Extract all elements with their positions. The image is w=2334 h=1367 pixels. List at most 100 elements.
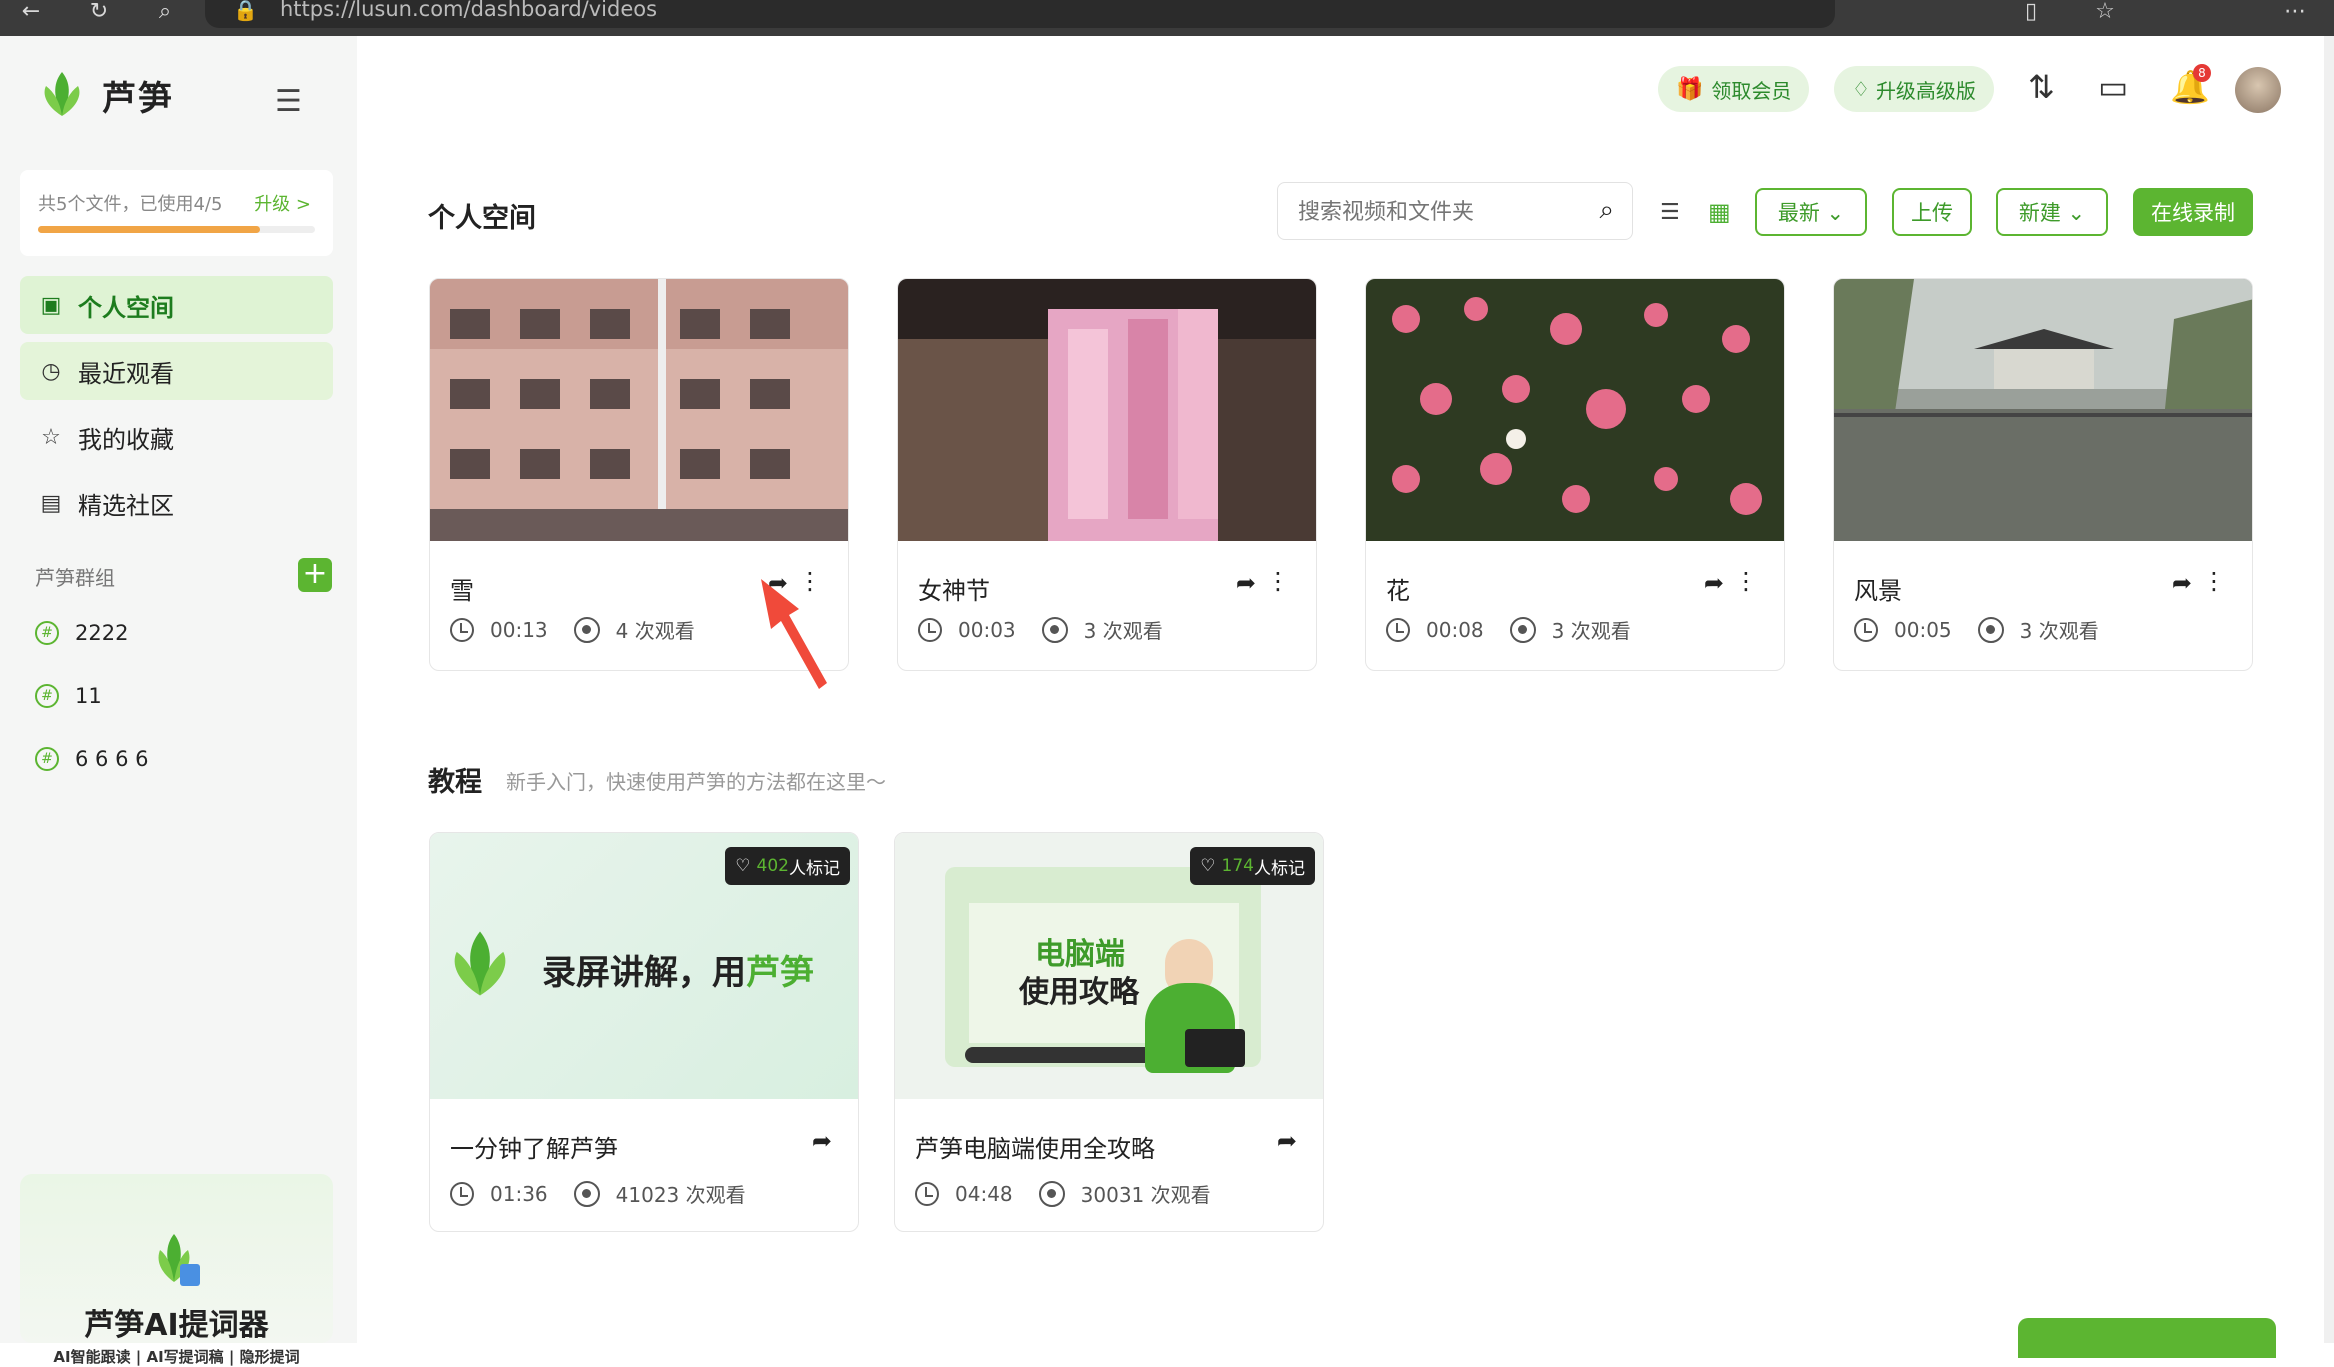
search-icon[interactable]: ⌕ [1599,195,1614,226]
tutorial-card[interactable]: 电脑端 使用攻略 ♡ 174 人标记 芦笋电脑端使用全攻略 ➦ 04:48 30… [894,832,1324,1232]
tutorial-title: 芦笋电脑端使用全攻略 [915,1135,1155,1163]
hash-icon: # [35,684,59,708]
more-options-icon[interactable]: ⋮ [2202,567,2226,595]
sidebar-item-recent[interactable]: ◷ 最近观看 [20,342,333,400]
share-icon[interactable]: ➦ [1277,1127,1297,1155]
mark-label: 人标记 [789,858,840,879]
clock-icon [450,617,474,642]
sidebar-item-personal-space[interactable]: ▣ 个人空间 [20,276,333,334]
eye-icon [1038,1180,1065,1207]
share-icon[interactable]: ➦ [2172,569,2192,597]
more-icon[interactable]: ⋯ [2280,0,2310,24]
tutorial-title: 一分钟了解芦笋 [450,1135,618,1163]
search-input[interactable] [1298,197,1578,227]
sidebar-item-label: 最近观看 [78,359,174,388]
share-icon[interactable]: ➦ [1704,569,1724,597]
clock-icon [915,1181,939,1206]
more-options-icon[interactable]: ⋮ [1734,567,1758,595]
upgrade-premium-button[interactable]: ♢ 升级高级版 [1834,66,1994,112]
video-views: 30031 次观看 [1080,1183,1211,1207]
heart-icon: ♡ [735,856,751,876]
search-box: ⌕ [1277,182,1633,240]
video-meta: 01:36 41023 次观看 [450,1179,746,1208]
video-meta: 00:08 3 次观看 [1386,615,1631,644]
back-icon[interactable]: ← [16,0,46,24]
tutorials-subtitle: 新手入门，快速使用芦笋的方法都在这里～ [506,770,886,794]
search-icon[interactable]: ⌕ [150,0,180,24]
notification-badge: 8 [2193,64,2211,82]
favorites-icon[interactable]: ☆ [2090,0,2120,24]
video-card[interactable]: 女神节 ➦ ⋮ 00:03 3 次观看 [897,278,1317,671]
mark-count-badge: ♡ 174 人标记 [1190,847,1315,885]
avatar[interactable] [2235,67,2281,113]
video-duration: 00:03 [958,617,1016,642]
sidebar: 芦笋 ☰ 共5个文件，已使用4/5 升级 > ▣ 个人空间 ◷ 最近观看 ☆ 我… [0,36,357,1366]
sidebar-item-favorites[interactable]: ☆ 我的收藏 [20,408,333,466]
storage-panel: 共5个文件，已使用4/5 升级 > [20,170,333,256]
sort-transfer-icon[interactable]: ⇅ [2028,68,2055,106]
group-label: 6 6 6 6 [75,747,149,771]
screen-icon[interactable]: ▭ [2098,68,2128,106]
collapse-menu-icon[interactable]: ☰ [275,84,302,119]
groups-title: 芦笋群组 [35,566,115,590]
folder-video-icon: ▣ [40,292,62,318]
upload-button[interactable]: 上传 [1892,188,1972,236]
community-icon: ▤ [40,490,62,516]
sidebar-item-community[interactable]: ▤ 精选社区 [20,474,333,532]
annotation-arrow [761,579,827,689]
tutorial-card[interactable]: 录屏讲解，用芦笋 ♡ 402 人标记 一分钟了解芦笋 ➦ 01:36 41023… [429,832,859,1232]
promo-title: 芦笋AI提词器 [84,1308,269,1343]
upgrade-link[interactable]: 升级 > [254,190,311,216]
group-item[interactable]: #11 [35,684,102,708]
grid-view-icon[interactable]: ▦ [1708,198,1731,226]
logo[interactable]: 芦笋 [40,70,174,120]
hash-icon: # [35,621,59,645]
group-item[interactable]: #2222 [35,621,128,645]
split-screen-icon[interactable]: ▯ [2016,0,2046,24]
sort-dropdown[interactable]: 最新 ⌄ [1755,188,1867,236]
video-duration: 00:05 [1894,617,1952,642]
tutorial-thumbnail: 电脑端 使用攻略 ♡ 174 人标记 [895,833,1323,1099]
sidebar-item-label: 个人空间 [78,293,174,322]
diamond-icon: ♢ [1852,77,1870,101]
eye-icon [1509,616,1536,643]
group-item[interactable]: #6 6 6 6 [35,747,148,771]
heart-icon: ♡ [1200,856,1216,876]
video-card[interactable]: 花 ➦ ⋮ 00:08 3 次观看 [1365,278,1785,671]
upgrade-label: 升级高级版 [1875,78,1976,103]
add-group-button[interactable]: + [298,558,332,592]
video-card[interactable]: 风景 ➦ ⋮ 00:05 3 次观看 [1833,278,2253,671]
video-views: 3 次观看 [1551,619,1631,643]
sidebar-item-label: 我的收藏 [78,425,174,454]
floating-action-button[interactable] [2018,1318,2276,1358]
hash-icon: # [35,747,59,771]
video-title: 花 [1386,577,1410,605]
share-icon[interactable]: ➦ [1236,569,1256,597]
address-bar[interactable]: 🔒 https://lusun.com/dashboard/videos [205,0,1835,28]
tutorial-thumbnail: 录屏讲解，用芦笋 ♡ 402 人标记 [430,833,858,1099]
video-meta: 04:48 30031 次观看 [915,1179,1211,1208]
scrollbar[interactable] [2324,36,2334,1343]
list-view-icon[interactable]: ☰ [1660,200,1680,225]
share-icon[interactable]: ➦ [812,1127,832,1155]
laptop-illustration [1185,1029,1245,1067]
group-label: 11 [75,684,102,708]
video-meta: 00:05 3 次观看 [1854,615,2099,644]
page-title: 个人空间 [428,203,536,234]
star-icon: ☆ [41,424,61,450]
refresh-icon[interactable]: ↻ [84,0,114,24]
thumb-text: 使用攻略 [1019,975,1139,1010]
online-record-button[interactable]: 在线录制 [2133,188,2253,236]
storage-text: 共5个文件，已使用4/5 [38,194,223,215]
clock-icon: ◷ [41,358,61,384]
new-dropdown[interactable]: 新建 ⌄ [1996,188,2108,236]
video-title: 雪 [450,577,474,605]
get-membership-button[interactable]: 🎁 领取会员 [1658,66,1810,112]
ai-teleprompter-promo[interactable]: 芦笋AI提词器 AI智能跟读 | AI写提词稿 | 隐形提词 [20,1174,333,1366]
video-views: 4 次观看 [615,619,695,643]
member-label: 领取会员 [1711,78,1792,103]
gift-icon: 🎁 [1676,76,1704,102]
group-label: 2222 [75,621,129,645]
more-options-icon[interactable]: ⋮ [1266,567,1290,595]
mark-count-badge: ♡ 402 人标记 [725,847,850,885]
